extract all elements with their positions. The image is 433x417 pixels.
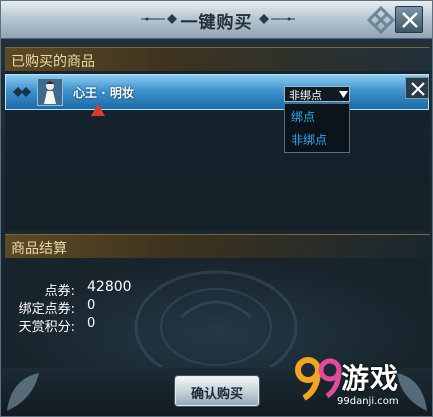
settlement-section-header: 商品结算 bbox=[5, 234, 430, 258]
close-icon bbox=[411, 82, 425, 96]
costume-figure-icon bbox=[38, 79, 62, 105]
caret-down-icon bbox=[339, 91, 348, 98]
leaf-ornament-icon bbox=[397, 373, 427, 411]
emblem-watermark-icon bbox=[134, 270, 298, 367]
coupon-label: 点券: bbox=[44, 284, 75, 299]
purchased-section-title: 已购买的商品 bbox=[11, 54, 95, 70]
leaf-ornament-icon bbox=[7, 373, 39, 411]
settlement-section-title: 商品结算 bbox=[11, 241, 67, 257]
coupon-value: 42800 bbox=[87, 279, 132, 295]
knot-ornament-icon bbox=[367, 6, 395, 34]
diamond-bullet-icon bbox=[13, 87, 31, 97]
reward-points-label: 天赏积分: bbox=[18, 320, 75, 335]
title-bar[interactable]: 一键购买 bbox=[1, 1, 432, 39]
watermark-url: 99danji.com bbox=[337, 396, 399, 407]
list-item[interactable]: 心王 · 明妆 bbox=[5, 74, 429, 110]
title-ornament-right-icon bbox=[259, 14, 295, 24]
dropdown-option-unbound[interactable]: 非绑点 bbox=[285, 129, 349, 151]
reward-points-value: 0 bbox=[87, 316, 96, 331]
item-name: 心王 · 明妆 bbox=[73, 86, 134, 100]
dropdown-option-bound[interactable]: 绑点 bbox=[285, 106, 349, 128]
watermark-logo-icon bbox=[295, 357, 342, 401]
item-thumbnail-icon bbox=[37, 78, 63, 106]
remove-item-button[interactable] bbox=[405, 77, 429, 99]
watermark-brand: 游戏 bbox=[341, 362, 400, 395]
confirm-purchase-label: 确认购买 bbox=[190, 387, 243, 402]
purchased-section-header: 已购买的商品 bbox=[5, 47, 430, 71]
bind-type-dropdown-menu: 绑点 非绑点 bbox=[284, 103, 350, 153]
bound-coupon-value: 0 bbox=[87, 298, 96, 313]
close-icon bbox=[402, 12, 418, 28]
confirm-purchase-button[interactable]: 确认购买 bbox=[175, 376, 259, 406]
purchase-dialog: 一键购买 已购买的商品 心王 · 明妆 非绑点 绑点 非绑点 商品结算 点券: … bbox=[0, 0, 433, 417]
close-button[interactable] bbox=[395, 6, 423, 33]
bind-type-select[interactable]: 非绑点 bbox=[284, 86, 350, 102]
bound-coupon-label: 绑定点券: bbox=[18, 302, 75, 317]
bind-type-selected-value: 非绑点 bbox=[289, 89, 322, 102]
pointer-marker-icon bbox=[91, 104, 105, 116]
